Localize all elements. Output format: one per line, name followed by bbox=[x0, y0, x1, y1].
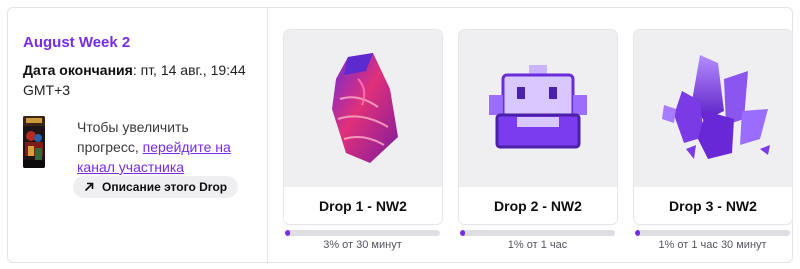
drop-name-3: Drop 3 - NW2 bbox=[634, 187, 792, 224]
progress-label-2: 1% от 1 час bbox=[507, 239, 568, 251]
drop-card-3[interactable]: Drop 3 - NW2 bbox=[634, 30, 792, 224]
purple-crystal-cluster-icon bbox=[634, 30, 792, 187]
drop-campaign-card: August Week 2 Дата окончания: пт, 14 авг… bbox=[7, 7, 793, 264]
game-box-art bbox=[23, 116, 45, 168]
section-divider bbox=[267, 8, 268, 264]
red-crystal-icon bbox=[284, 30, 442, 187]
drop-name-2: Drop 2 - NW2 bbox=[459, 187, 617, 224]
drop-card-2[interactable]: Drop 2 - NW2 bbox=[459, 30, 617, 224]
progress-fill-1 bbox=[285, 230, 290, 236]
drop-card-1[interactable]: Drop 1 - NW2 bbox=[284, 30, 442, 224]
progress-fill-3 bbox=[635, 230, 640, 236]
arrow-up-right-icon bbox=[83, 181, 95, 193]
progress-label-3: 1% от 1 час 30 минут bbox=[658, 239, 767, 251]
campaign-title: August Week 2 bbox=[23, 34, 131, 51]
progress-fill-2 bbox=[460, 230, 465, 236]
campaign-info: August Week 2 Дата окончания: пт, 14 авг… bbox=[8, 8, 267, 264]
end-date-label: Дата окончания bbox=[23, 62, 133, 78]
progress-bar-2 bbox=[460, 230, 615, 236]
progress-bar-1 bbox=[285, 230, 440, 236]
progress-hint: Чтобы увеличить прогресс, перейдите на к… bbox=[77, 117, 252, 177]
drop-description-button[interactable]: Описание этого Drop bbox=[73, 176, 239, 198]
end-date: Дата окончания: пт, 14 авг., 19:44 GMT+3 bbox=[23, 62, 246, 98]
purple-robot-icon bbox=[459, 30, 617, 187]
progress-label-1: 3% от 30 минут bbox=[323, 239, 402, 251]
drop-name-1: Drop 1 - NW2 bbox=[284, 187, 442, 224]
progress-bar-3 bbox=[635, 230, 790, 236]
drop-description-label: Описание этого Drop bbox=[102, 180, 228, 194]
